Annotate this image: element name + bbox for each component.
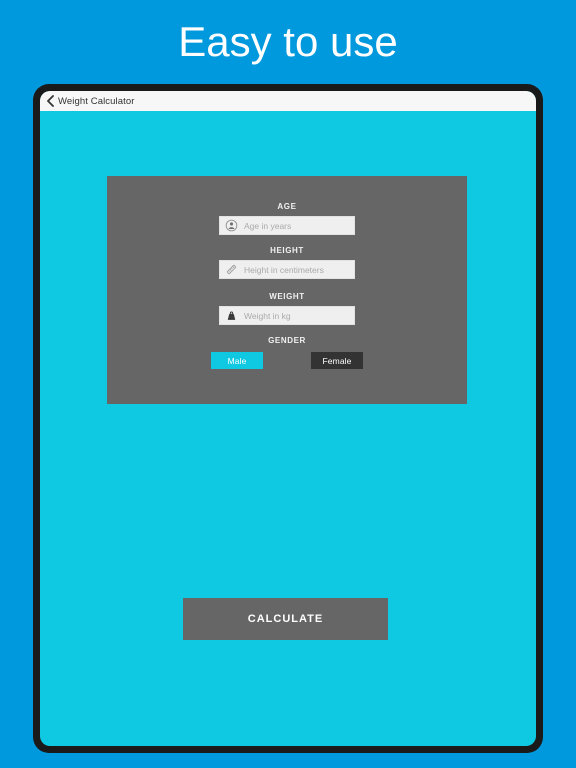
gender-option-female[interactable]: Female (311, 352, 363, 369)
label-age: AGE (277, 202, 297, 211)
app-screen: Weight Calculator AGE Age in years HEIGH… (40, 91, 536, 746)
field-group-gender: GENDER Male Female (107, 336, 467, 369)
calculate-button-label: CALCULATE (247, 613, 324, 625)
label-height: HEIGHT (270, 246, 304, 255)
placeholder-weight: Weight in kg (244, 310, 291, 321)
tablet-device-frame: Weight Calculator AGE Age in years HEIGH… (33, 84, 543, 753)
input-weight[interactable]: Weight in kg (219, 306, 355, 325)
field-group-age: AGE Age in years (107, 202, 467, 235)
gender-option-male[interactable]: Male (211, 352, 263, 369)
chevron-left-icon[interactable] (46, 95, 55, 107)
person-circle-icon (225, 219, 238, 232)
ruler-icon (226, 264, 237, 275)
field-group-weight: WEIGHT Weight in kg (107, 292, 467, 325)
gender-options: Male Female (211, 352, 363, 369)
field-group-height: HEIGHT Height in centimeters (107, 246, 467, 279)
navbar-title: Weight Calculator (58, 95, 135, 107)
promo-headline: Easy to use (178, 18, 398, 65)
placeholder-height: Height in centimeters (244, 264, 324, 275)
form-card: AGE Age in years HEIGHT Height in centim… (107, 176, 467, 404)
label-gender: GENDER (268, 336, 306, 345)
app-navbar: Weight Calculator (40, 91, 536, 111)
weight-scale-icon (227, 311, 236, 320)
input-height[interactable]: Height in centimeters (219, 260, 355, 279)
label-weight: WEIGHT (269, 292, 305, 301)
calculate-button[interactable]: CALCULATE (183, 598, 388, 640)
input-age[interactable]: Age in years (219, 216, 355, 235)
placeholder-age: Age in years (244, 220, 292, 231)
